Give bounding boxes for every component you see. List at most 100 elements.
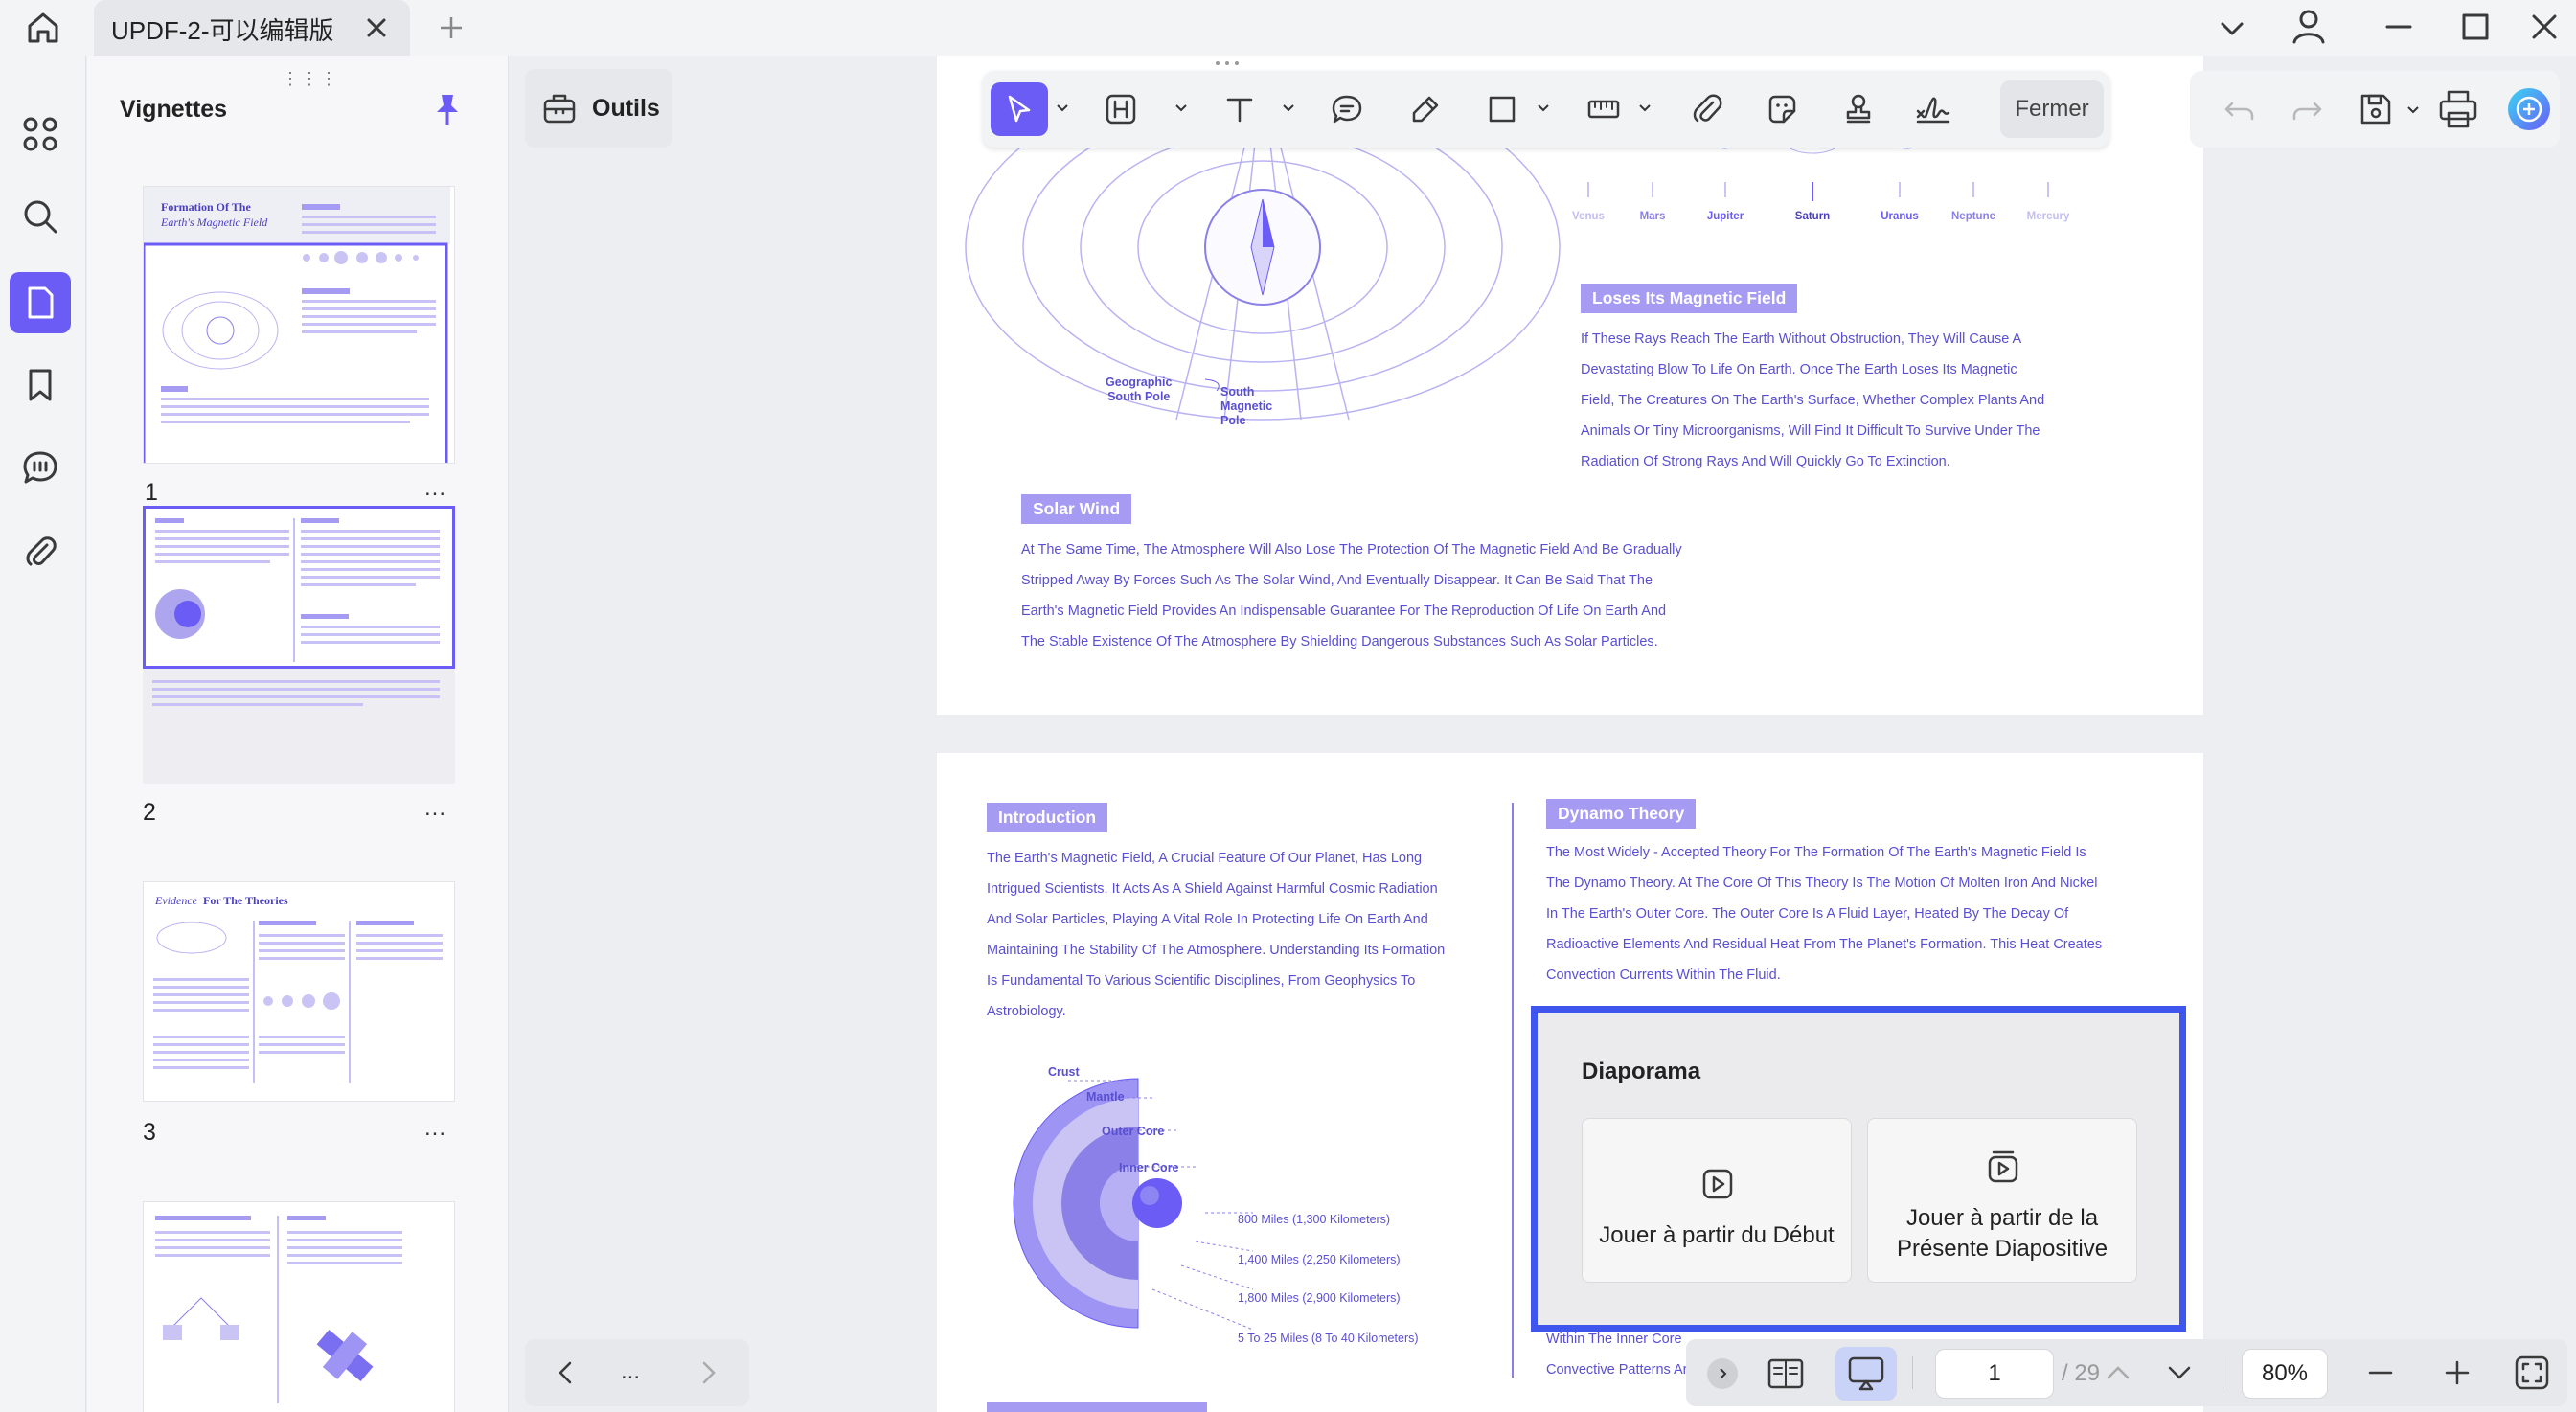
redo-button[interactable] (2288, 90, 2326, 128)
thumb-preview (153, 921, 443, 1083)
magnetic-pole-label: South Magnetic Pole (1220, 385, 1273, 427)
next-button[interactable] (690, 1355, 726, 1391)
thumb-more-button[interactable]: ... (424, 795, 446, 822)
sticker-tool-button[interactable] (1753, 82, 1811, 136)
planet-label: Mercury (2026, 211, 2070, 222)
undo-button[interactable] (2221, 90, 2259, 128)
page-thumbnail[interactable]: Evidence For The Theories (143, 881, 455, 1102)
shape-tool-button[interactable] (1473, 82, 1531, 136)
thumb-more-button[interactable]: ... (424, 475, 446, 502)
paragraph: At The Same Time, The Atmosphere Will Al… (1021, 535, 1730, 657)
thumb-preview (144, 204, 448, 463)
geographic-pole-label: Geographic South Pole (1106, 376, 1173, 403)
text-line: Field, The Creatures On The Earth's Surf… (1581, 393, 2045, 408)
zoom-in-button[interactable] (2439, 1355, 2475, 1391)
planet-label: Saturn (1794, 211, 1831, 222)
pin-panel-button[interactable] (428, 90, 467, 128)
page-layout-button[interactable] (1765, 1353, 1807, 1395)
collapse-status-button[interactable] (1707, 1358, 1738, 1389)
fit-page-button[interactable] (2512, 1353, 2552, 1393)
stamp-tool-button[interactable] (1830, 82, 1887, 136)
zoom-level-input[interactable]: 80% (2242, 1349, 2328, 1399)
panel-drag-handle[interactable]: ⋮⋮⋮ (282, 69, 339, 89)
page-thumbnail[interactable] (143, 1201, 455, 1412)
save-icon (2360, 94, 2391, 125)
account-button[interactable] (2288, 6, 2330, 48)
text-tool-button[interactable] (1211, 82, 1268, 136)
rectangle-icon (1489, 96, 1516, 123)
text-line: At The Same Time, The Atmosphere Will Al… (1021, 542, 1682, 558)
new-tab-button[interactable] (433, 10, 469, 46)
previous-button[interactable] (548, 1355, 584, 1391)
page-thumbnail[interactable]: Formation Of The Earth's Magnetic Field (143, 186, 455, 464)
chevron-down-icon[interactable] (1174, 102, 1188, 115)
chevron-down-icon[interactable] (1282, 102, 1295, 115)
home-button[interactable] (21, 6, 65, 50)
play-from-start-button[interactable]: Jouer à partir du Début (1582, 1118, 1852, 1283)
tools-label: Outils (592, 95, 660, 122)
paperclip-icon (1693, 94, 1722, 123)
ai-assistant-button[interactable] (2506, 86, 2552, 132)
thumb-page-number: 1 (145, 479, 158, 506)
text-line: Astrobiology. (987, 1004, 1066, 1019)
toolbar-drag-handle[interactable] (1213, 59, 1242, 67)
minimize-button[interactable] (2380, 8, 2418, 46)
text-line: Earth's Magnetic Field Provides An Indis… (1021, 604, 1667, 619)
section-title: Introduction (987, 803, 1108, 832)
thumb-more-button[interactable]: ... (424, 1115, 446, 1142)
play-from-start-label: Jouer à partir du Début (1599, 1222, 1835, 1248)
close-window-button[interactable] (2525, 8, 2564, 46)
highlight-tool-button[interactable] (1397, 82, 1454, 136)
bookmarks-button[interactable] (10, 354, 71, 416)
minimize-icon (2385, 25, 2412, 29)
comment-tool-button[interactable] (1318, 82, 1376, 136)
page-thumbnail[interactable] (143, 506, 455, 669)
chevron-down-icon[interactable] (1537, 102, 1550, 115)
thumbnails-button[interactable] (10, 272, 71, 333)
attach-tool-button[interactable] (1678, 82, 1736, 136)
save-button[interactable] (2355, 88, 2397, 130)
play-from-current-button[interactable]: Jouer à partir de la Présente Diapositiv… (1867, 1118, 2137, 1283)
print-button[interactable] (2435, 86, 2481, 132)
chevron-up-icon (2107, 1366, 2130, 1379)
depth-label: 1,400 Miles (2,250 Kilometers) (1238, 1253, 1401, 1266)
chevron-down-icon[interactable] (1638, 102, 1652, 115)
page-up-button[interactable] (2100, 1355, 2136, 1391)
tools-button[interactable]: Outils (525, 69, 672, 148)
ai-assistant-icon (2508, 88, 2550, 130)
depth-label: 5 To 25 Miles (8 To 40 Kilometers) (1238, 1332, 1419, 1345)
maximize-button[interactable] (2456, 8, 2495, 46)
home-icon (28, 12, 58, 43)
measure-tool-button[interactable] (1575, 82, 1632, 136)
comments-button[interactable] (10, 437, 71, 498)
text-line: Animals Or Tiny Microorganisms, Will Fin… (1581, 423, 2040, 439)
user-icon (2292, 10, 2325, 44)
signature-tool-button[interactable] (1904, 82, 1962, 136)
zoom-out-button[interactable] (2362, 1355, 2399, 1391)
chevron-down-icon[interactable] (2406, 103, 2420, 117)
text-line: The Dynamo Theory. At The Core Of This T… (1546, 876, 2098, 891)
close-toolbar-button[interactable]: Fermer (2000, 80, 2104, 138)
slideshow-button[interactable] (1835, 1347, 1897, 1401)
close-tab-button[interactable] (360, 11, 393, 44)
thumbnail-navigation: ... (525, 1339, 749, 1406)
text-line: If These Rays Reach The Earth Without Ob… (1581, 331, 2022, 347)
tabs-dropdown-button[interactable] (2213, 10, 2251, 48)
current-page-input[interactable]: 1 (1935, 1349, 2054, 1399)
organize-pages-button[interactable] (10, 103, 71, 165)
attachments-button[interactable] (10, 521, 71, 582)
text-line: In The Earth's Outer Core. The Outer Cor… (1546, 906, 2069, 922)
select-tool-button[interactable] (991, 82, 1048, 136)
text-line: The Stable Existence Of The Atmosphere B… (1021, 634, 1658, 649)
search-button[interactable] (10, 186, 71, 247)
document-tab-title: UPDF-2-可以编辑版 (111, 16, 334, 45)
page-down-button[interactable] (2161, 1355, 2198, 1391)
chevron-down-icon[interactable] (1056, 102, 1069, 115)
thumb-preview (155, 518, 440, 662)
maximize-icon (2462, 13, 2489, 40)
section-title-partial (987, 1402, 1207, 1412)
more-options-button[interactable]: ... (621, 1358, 640, 1385)
close-icon (367, 18, 386, 37)
document-tab[interactable]: UPDF-2-可以编辑版 (94, 0, 410, 56)
heading-tool-button[interactable] (1092, 82, 1150, 136)
